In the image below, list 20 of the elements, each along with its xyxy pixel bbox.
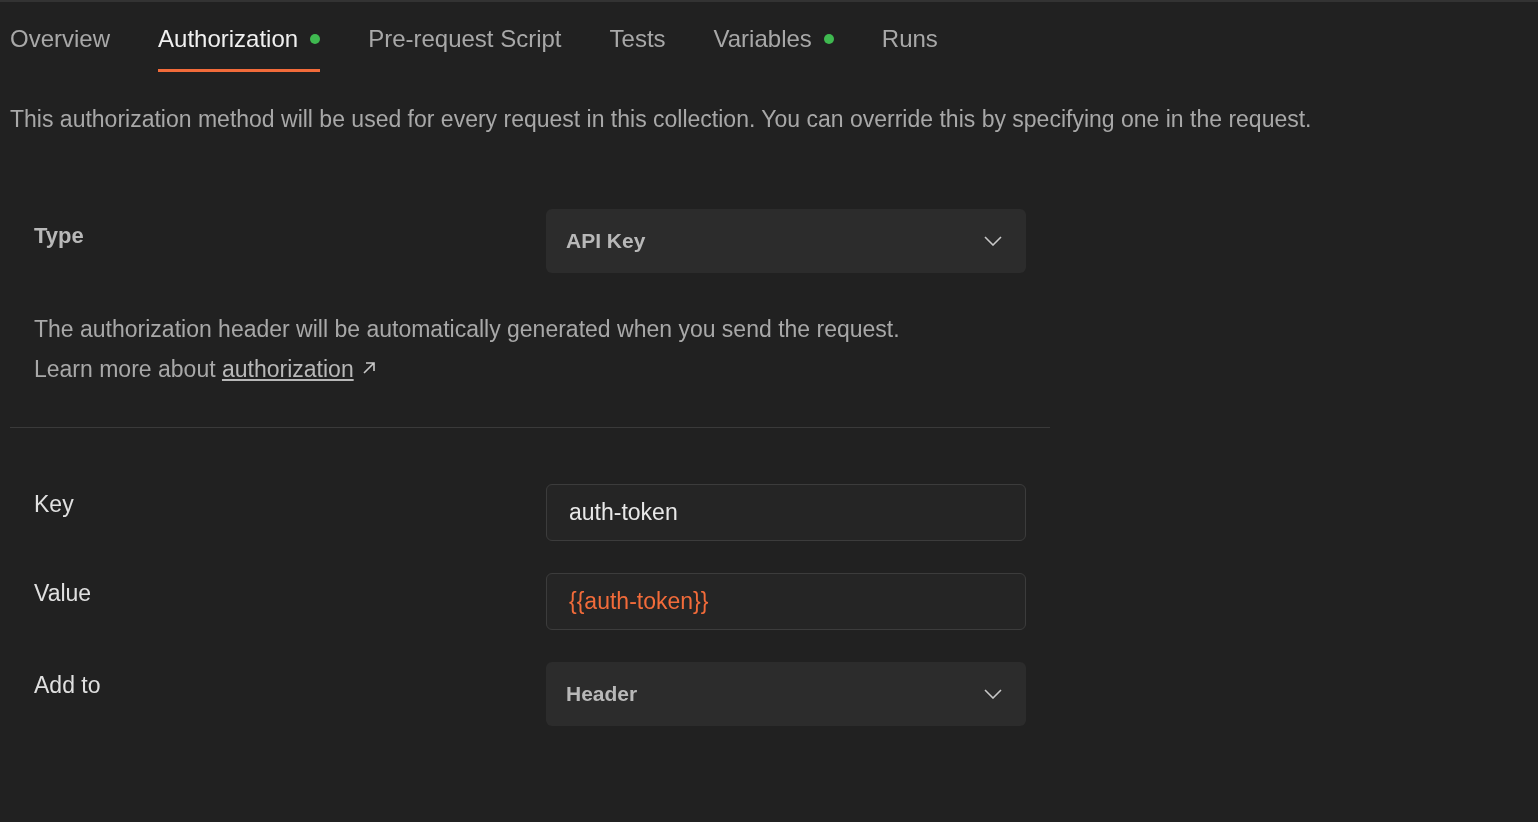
field-label: Add to [34,671,102,701]
tab[interactable]: Tests [609,8,666,72]
add-to-dropdown[interactable]: Header [546,661,1026,726]
input-field[interactable]: auth-token [546,483,1026,541]
field-label: Value [34,578,93,608]
external-link-icon [361,361,376,376]
authorization-link[interactable]: authorization [221,355,354,382]
input-field[interactable]: {{auth-token}} [546,572,1026,630]
type-dropdown[interactable]: API Key [546,208,1026,273]
chevron-down-icon [984,235,1002,246]
help-text: The authorization header will be automatically generated when you send the request. Learn more about authorization [34,314,901,384]
chevron-down-icon [984,688,1002,699]
field-label: Type [34,221,85,250]
tab[interactable]: Runs [881,8,938,72]
tab[interactable]: Authorization [158,8,321,72]
field-label: Key [34,489,75,519]
tab[interactable]: Pre-request Script [368,8,562,72]
description-text: This authorization method will be used for every request in this collection. You can override this by specifying one in the request. [9,105,1313,134]
tab[interactable]: Variables [713,8,834,72]
tab[interactable]: Overview [10,8,111,72]
